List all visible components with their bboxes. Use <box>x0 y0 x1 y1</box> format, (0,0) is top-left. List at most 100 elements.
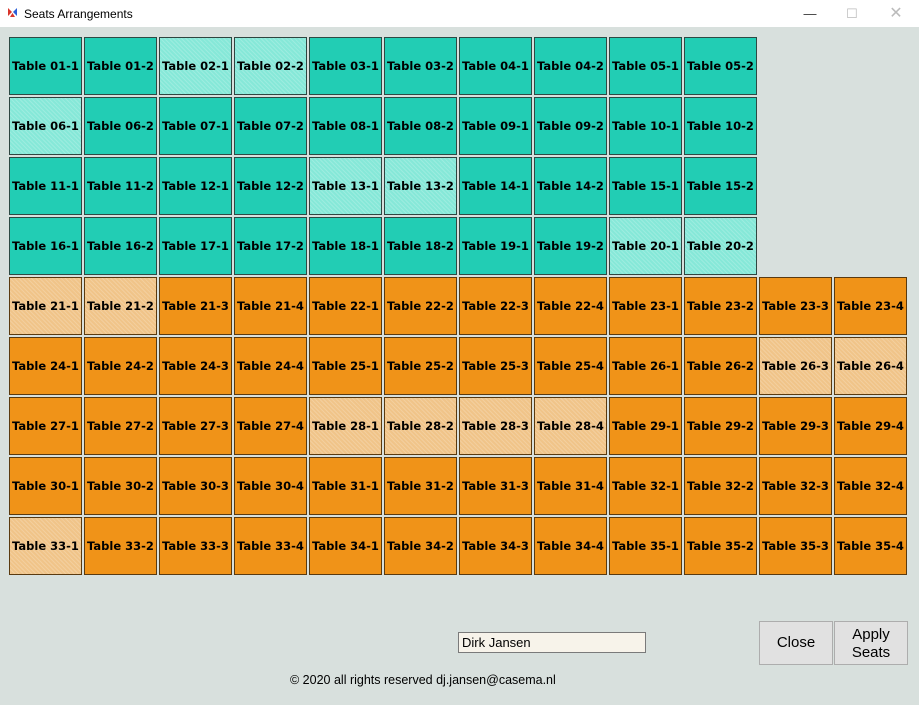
seat-button[interactable]: Table 13-2 <box>384 157 457 215</box>
seat-button[interactable]: Table 14-2 <box>534 157 607 215</box>
seat-button[interactable]: Table 05-1 <box>609 37 682 95</box>
seat-button[interactable]: Table 21-1 <box>9 277 82 335</box>
maximize-button[interactable]: ☐ <box>830 0 874 27</box>
seat-button[interactable]: Table 26-2 <box>684 337 757 395</box>
seat-button[interactable]: Table 05-2 <box>684 37 757 95</box>
seat-button[interactable]: Table 33-3 <box>159 517 232 575</box>
seat-button[interactable]: Table 34-1 <box>309 517 382 575</box>
seat-button[interactable]: Table 14-1 <box>459 157 532 215</box>
seat-button[interactable]: Table 23-2 <box>684 277 757 335</box>
seat-button[interactable]: Table 31-2 <box>384 457 457 515</box>
seat-button[interactable]: Table 27-3 <box>159 397 232 455</box>
seat-button[interactable]: Table 09-1 <box>459 97 532 155</box>
seat-button[interactable]: Table 22-2 <box>384 277 457 335</box>
seat-button[interactable]: Table 26-4 <box>834 337 907 395</box>
seat-button[interactable]: Table 29-4 <box>834 397 907 455</box>
seat-button[interactable]: Table 02-2 <box>234 37 307 95</box>
seat-button[interactable]: Table 33-4 <box>234 517 307 575</box>
seat-button[interactable]: Table 34-2 <box>384 517 457 575</box>
seat-button[interactable]: Table 08-1 <box>309 97 382 155</box>
seat-button[interactable]: Table 17-1 <box>159 217 232 275</box>
seat-button[interactable]: Table 24-4 <box>234 337 307 395</box>
seat-button[interactable]: Table 01-2 <box>84 37 157 95</box>
seat-button[interactable]: Table 24-2 <box>84 337 157 395</box>
close-window-button[interactable]: ✕ <box>874 0 918 27</box>
seat-button[interactable]: Table 07-1 <box>159 97 232 155</box>
close-button[interactable]: Close <box>759 621 833 665</box>
seat-button[interactable]: Table 18-1 <box>309 217 382 275</box>
seat-button[interactable]: Table 25-1 <box>309 337 382 395</box>
seat-button[interactable]: Table 29-1 <box>609 397 682 455</box>
seat-button[interactable]: Table 33-2 <box>84 517 157 575</box>
seat-button[interactable]: Table 10-1 <box>609 97 682 155</box>
seat-button[interactable]: Table 31-1 <box>309 457 382 515</box>
seat-button[interactable]: Table 25-3 <box>459 337 532 395</box>
seat-button[interactable]: Table 30-4 <box>234 457 307 515</box>
seat-button[interactable]: Table 32-3 <box>759 457 832 515</box>
seat-button[interactable]: Table 28-1 <box>309 397 382 455</box>
seat-button[interactable]: Table 30-1 <box>9 457 82 515</box>
seat-button[interactable]: Table 29-3 <box>759 397 832 455</box>
seat-button[interactable]: Table 35-2 <box>684 517 757 575</box>
seat-button[interactable]: Table 29-2 <box>684 397 757 455</box>
seat-button[interactable]: Table 28-2 <box>384 397 457 455</box>
seat-button[interactable]: Table 16-2 <box>84 217 157 275</box>
seat-button[interactable]: Table 32-4 <box>834 457 907 515</box>
seat-button[interactable]: Table 11-1 <box>9 157 82 215</box>
seat-button[interactable]: Table 02-1 <box>159 37 232 95</box>
seat-button[interactable]: Table 07-2 <box>234 97 307 155</box>
seat-button[interactable]: Table 04-1 <box>459 37 532 95</box>
seat-button[interactable]: Table 28-3 <box>459 397 532 455</box>
seat-button[interactable]: Table 15-2 <box>684 157 757 215</box>
minimize-button[interactable]: — <box>788 0 832 27</box>
seat-button[interactable]: Table 15-1 <box>609 157 682 215</box>
seat-button[interactable]: Table 10-2 <box>684 97 757 155</box>
seat-button[interactable]: Table 22-1 <box>309 277 382 335</box>
seat-button[interactable]: Table 35-3 <box>759 517 832 575</box>
seat-button[interactable]: Table 24-1 <box>9 337 82 395</box>
seat-button[interactable]: Table 24-3 <box>159 337 232 395</box>
guest-name-input[interactable] <box>458 632 646 653</box>
seat-button[interactable]: Table 23-1 <box>609 277 682 335</box>
seat-button[interactable]: Table 12-2 <box>234 157 307 215</box>
seat-button[interactable]: Table 33-1 <box>9 517 82 575</box>
seat-button[interactable]: Table 08-2 <box>384 97 457 155</box>
seat-button[interactable]: Table 28-4 <box>534 397 607 455</box>
seat-button[interactable]: Table 11-2 <box>84 157 157 215</box>
seat-button[interactable]: Table 20-2 <box>684 217 757 275</box>
seat-button[interactable]: Table 22-3 <box>459 277 532 335</box>
seat-button[interactable]: Table 19-1 <box>459 217 532 275</box>
seat-button[interactable]: Table 21-4 <box>234 277 307 335</box>
apply-seats-button[interactable]: Apply Seats <box>834 621 908 665</box>
seat-button[interactable]: Table 23-4 <box>834 277 907 335</box>
seat-button[interactable]: Table 09-2 <box>534 97 607 155</box>
seat-button[interactable]: Table 32-1 <box>609 457 682 515</box>
seat-button[interactable]: Table 16-1 <box>9 217 82 275</box>
seat-button[interactable]: Table 35-4 <box>834 517 907 575</box>
seat-button[interactable]: Table 23-3 <box>759 277 832 335</box>
seat-button[interactable]: Table 01-1 <box>9 37 82 95</box>
seat-button[interactable]: Table 27-4 <box>234 397 307 455</box>
seat-button[interactable]: Table 32-2 <box>684 457 757 515</box>
seat-button[interactable]: Table 26-1 <box>609 337 682 395</box>
seat-button[interactable]: Table 06-1 <box>9 97 82 155</box>
seat-button[interactable]: Table 19-2 <box>534 217 607 275</box>
seat-button[interactable]: Table 27-1 <box>9 397 82 455</box>
seat-button[interactable]: Table 34-4 <box>534 517 607 575</box>
seat-button[interactable]: Table 03-2 <box>384 37 457 95</box>
seat-button[interactable]: Table 03-1 <box>309 37 382 95</box>
seat-button[interactable]: Table 30-2 <box>84 457 157 515</box>
seat-button[interactable]: Table 06-2 <box>84 97 157 155</box>
seat-button[interactable]: Table 27-2 <box>84 397 157 455</box>
seat-button[interactable]: Table 31-4 <box>534 457 607 515</box>
seat-button[interactable]: Table 26-3 <box>759 337 832 395</box>
seat-button[interactable]: Table 21-3 <box>159 277 232 335</box>
seat-button[interactable]: Table 18-2 <box>384 217 457 275</box>
seat-button[interactable]: Table 31-3 <box>459 457 532 515</box>
seat-button[interactable]: Table 25-2 <box>384 337 457 395</box>
seat-button[interactable]: Table 04-2 <box>534 37 607 95</box>
seat-button[interactable]: Table 12-1 <box>159 157 232 215</box>
seat-button[interactable]: Table 20-1 <box>609 217 682 275</box>
seat-button[interactable]: Table 30-3 <box>159 457 232 515</box>
seat-button[interactable]: Table 25-4 <box>534 337 607 395</box>
